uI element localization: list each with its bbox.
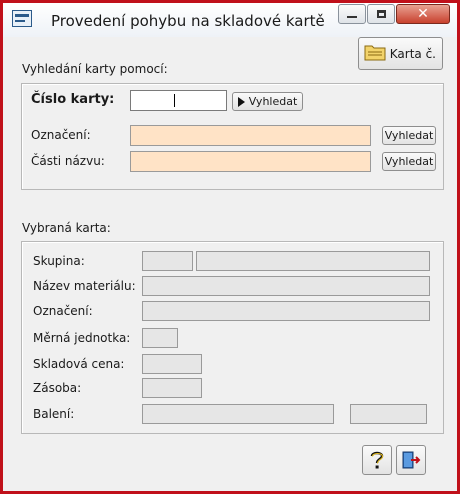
app-icon xyxy=(12,10,32,27)
search-section-label: Vyhledání karty pomocí: xyxy=(22,62,168,76)
close-icon: ✕ xyxy=(417,6,429,22)
minimize-button[interactable] xyxy=(338,4,366,24)
dialog-window: Provedení pohybu na skladové kartě ✕ Kar… xyxy=(0,0,460,494)
baleni-label: Balení: xyxy=(33,407,75,421)
cislo-karty-input[interactable] xyxy=(130,90,227,111)
vyhledat-cislo-button[interactable]: Vyhledat xyxy=(232,92,303,111)
close-button[interactable]: ✕ xyxy=(396,4,450,24)
nazev-materialu-field xyxy=(142,276,430,296)
window-title: Provedení pohybu na skladové kartě xyxy=(51,12,325,30)
vyhledat-nazev-button[interactable]: Vyhledat xyxy=(382,152,436,171)
cislo-karty-label: Číslo karty: xyxy=(31,92,115,107)
skladova-cena-field xyxy=(142,354,202,374)
help-button[interactable] xyxy=(362,445,392,475)
selected-section-label: Vybraná karta: xyxy=(22,221,111,235)
folder-icon xyxy=(364,45,386,61)
play-icon xyxy=(237,96,245,107)
merna-jednotka-field xyxy=(142,328,178,348)
skladova-cena-label: Skladová cena: xyxy=(33,357,125,371)
exit-button[interactable] xyxy=(396,445,426,475)
nazev-search-input[interactable] xyxy=(130,151,371,172)
skupina-code-field xyxy=(142,251,193,271)
zasoba-field xyxy=(142,378,202,398)
skupina-label: Skupina: xyxy=(33,254,85,268)
merna-jednotka-label: Měrná jednotka: xyxy=(33,331,131,345)
vyhledat-oznaceni-button[interactable]: Vyhledat xyxy=(382,126,436,145)
question-mark-icon xyxy=(370,451,384,469)
text-caret xyxy=(174,94,175,107)
maximize-button[interactable] xyxy=(367,4,395,24)
oznaceni-search-label: Označení: xyxy=(31,128,91,142)
oznaceni-label: Označení: xyxy=(33,304,93,318)
exit-door-icon xyxy=(402,451,421,469)
karta-button-label: Karta č. xyxy=(389,46,436,61)
maximize-icon xyxy=(376,10,386,18)
zasoba-label: Zásoba: xyxy=(33,381,82,395)
minimize-icon xyxy=(347,16,357,18)
title-bar[interactable]: Provedení pohybu na skladové kartě ✕ xyxy=(3,3,457,37)
baleni-field xyxy=(142,404,334,424)
karta-button[interactable]: Karta č. xyxy=(358,37,443,70)
oznaceni-search-input[interactable] xyxy=(130,125,371,146)
oznaceni-field xyxy=(142,301,430,321)
nazev-materialu-label: Název materiálu: xyxy=(33,279,136,293)
skupina-name-field xyxy=(196,251,430,271)
baleni-unit-field xyxy=(350,404,427,424)
nazev-search-label: Části názvu: xyxy=(31,154,105,168)
